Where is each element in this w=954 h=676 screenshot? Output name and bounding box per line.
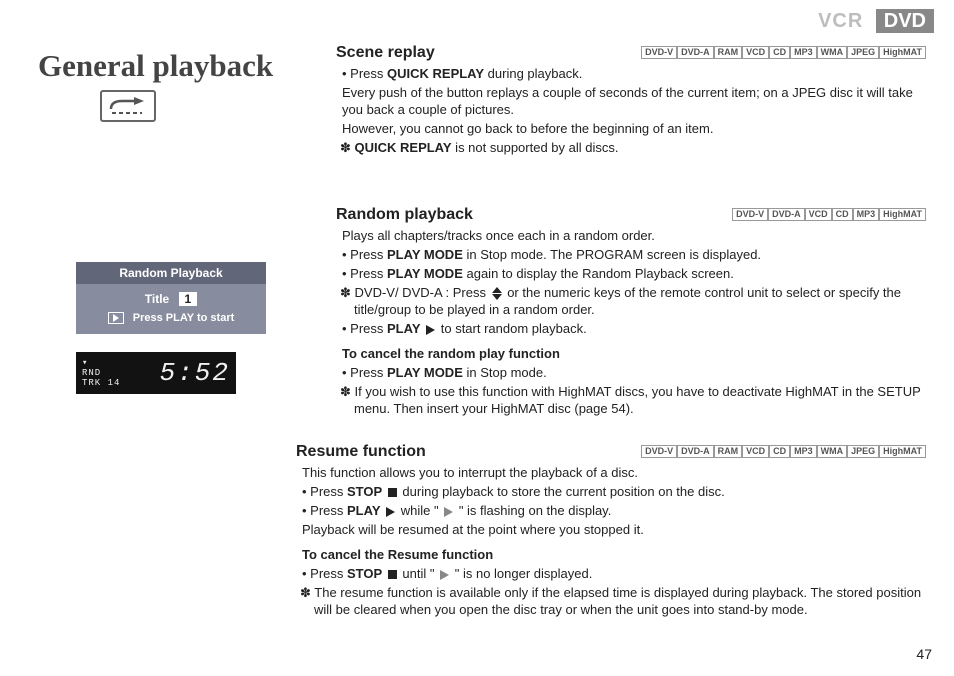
header-dvd: DVD [876,9,934,33]
play-icon [426,325,435,335]
random-playback-panel: Random Playback Title 1 Press PLAY to st… [76,262,266,334]
page-number: 47 [916,646,932,662]
stop-icon [388,488,397,497]
resume-cancel-bullet: Press STOP until " " is no longer displa… [296,565,926,582]
panel-body: Title 1 Press PLAY to start [76,284,266,334]
header-mode: VCR DVD [818,10,934,33]
resume-bullet-1: Press STOP during playback to store the … [296,483,926,500]
resume-cancel-heading: To cancel the Resume function [302,546,926,563]
stop-icon [388,570,397,579]
scene-heading: Scene replay [336,44,435,61]
resume-heading: Resume function [296,443,426,460]
random-bullet-1: Press PLAY MODE in Stop mode. The PROGRA… [336,246,926,263]
random-cancel-heading: To cancel the random play function [342,345,926,362]
page-title: General playback [38,48,273,84]
random-bullet-3: Press PLAY to start random playback. [336,320,926,337]
header-vcr: VCR [818,10,863,32]
lcd-display: ▾RNDTRK 14 5:52 [76,352,236,394]
scene-note: QUICK REPLAY is not supported by all dis… [336,139,926,156]
section-random-playback: Random playback DVD-VDVD-AVCDCDMP3HighMA… [336,206,926,417]
resume-tags: DVD-VDVD-ARAMVCDCDMP3WMAJPEGHighMAT [641,443,926,460]
random-bullet-2: Press PLAY MODE again to display the Ran… [336,265,926,282]
play-icon [108,312,124,324]
scene-para-1: Every push of the button replays a coupl… [342,84,926,118]
resume-para-1: Playback will be resumed at the point wh… [302,521,926,538]
panel-heading: Random Playback [76,262,266,284]
random-heading: Random playback [336,206,473,223]
up-down-icon [492,287,502,300]
panel-title-number: 1 [179,292,198,306]
section-scene-replay: Scene replay DVD-VDVD-ARAMVCDCDMP3WMAJPE… [336,44,926,156]
play-icon [386,507,395,517]
lcd-time: 5:52 [160,358,230,388]
random-cancel-bullet: Press PLAY MODE in Stop mode. [336,364,926,381]
section-resume: Resume function DVD-VDVD-ARAMVCDCDMP3WMA… [296,443,926,618]
resume-note: The resume function is available only if… [296,584,926,618]
play-outline-icon [440,570,449,580]
panel-instruction: Press PLAY to start [133,312,235,324]
return-icon [100,90,156,122]
random-intro: Plays all chapters/tracks once each in a… [342,227,926,244]
play-outline-icon [444,507,453,517]
scene-bullet-1: Press QUICK REPLAY during playback. [336,65,926,82]
scene-para-2: However, you cannot go back to before th… [342,120,926,137]
panel-title-label: Title [145,292,169,306]
random-tags: DVD-VDVD-AVCDCDMP3HighMAT [732,206,926,223]
random-note-2: If you wish to use this function with Hi… [336,383,926,417]
scene-tags: DVD-VDVD-ARAMVCDCDMP3WMAJPEGHighMAT [641,44,926,61]
resume-bullet-2: Press PLAY while " " is flashing on the … [296,502,926,519]
random-note-1: DVD-V/ DVD-A : Press or the numeric keys… [336,284,926,318]
resume-intro: This function allows you to interrupt th… [302,464,926,481]
lcd-mode: ▾RNDTRK 14 [82,358,120,388]
